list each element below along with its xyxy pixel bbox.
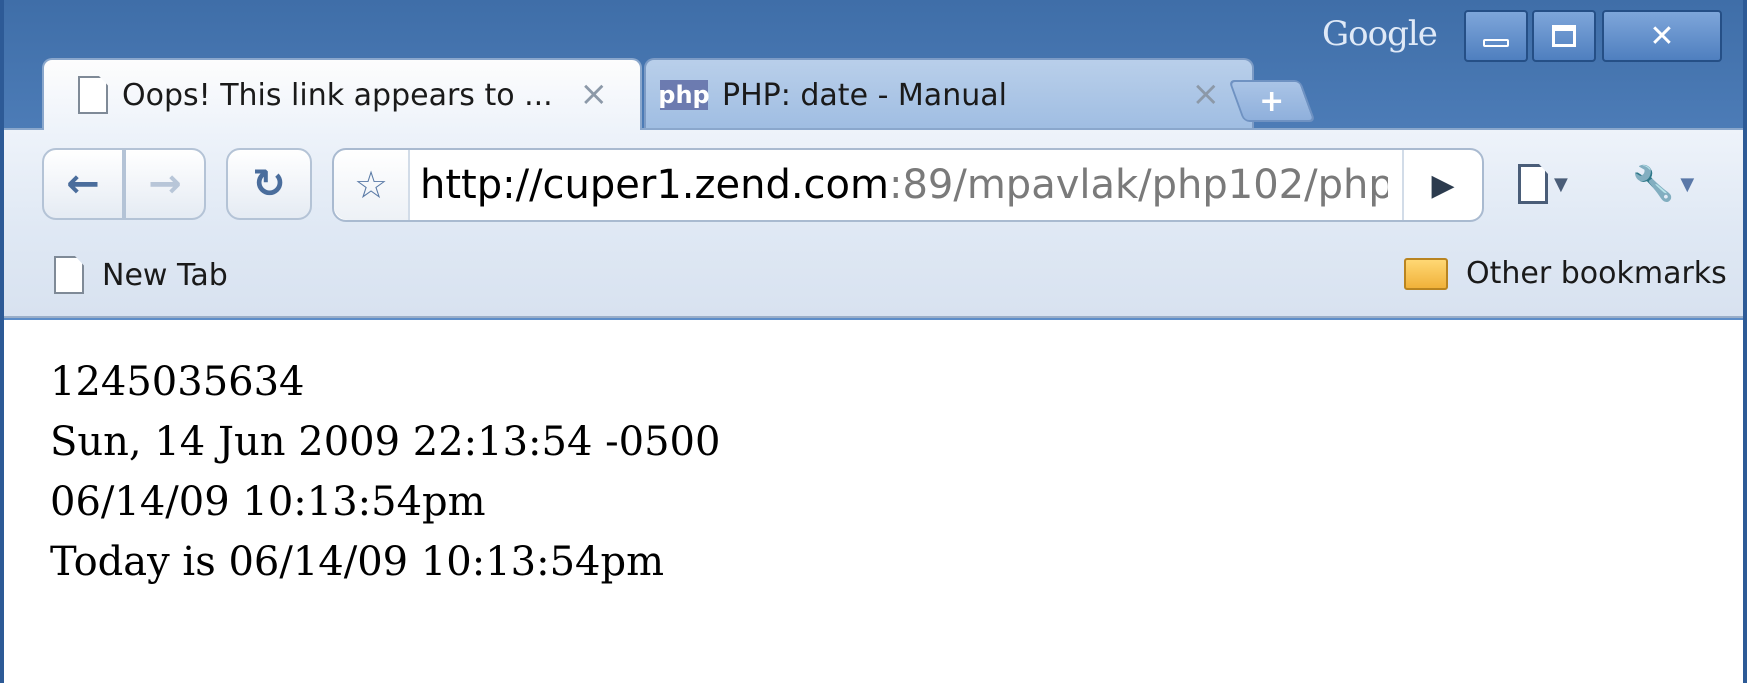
minimize-button[interactable]	[1464, 10, 1528, 62]
page-icon	[78, 76, 108, 114]
chevron-down-icon: ▼	[1680, 173, 1695, 195]
tab-title: Oops! This link appears to ...	[122, 77, 553, 113]
bookmark-label: New Tab	[102, 257, 228, 293]
reload-button[interactable]: ↻	[226, 148, 312, 220]
forward-button[interactable]: →	[124, 148, 206, 220]
forward-arrow-icon: →	[148, 161, 182, 207]
page-icon	[54, 256, 84, 294]
php-favicon-icon: php	[658, 80, 710, 110]
play-arrow-icon: ▶	[1431, 167, 1455, 203]
bookmarks-bar: New Tab Other bookmarks	[4, 232, 1743, 318]
bookmark-new-tab[interactable]: New Tab	[54, 256, 228, 294]
tab-close-icon[interactable]: ×	[580, 74, 609, 114]
window-brand: Google	[1322, 14, 1438, 54]
page-content: 1245035634 Sun, 14 Jun 2009 22:13:54 -05…	[4, 320, 1743, 683]
folder-icon	[1404, 257, 1448, 290]
tab-strip: Google ✕ Oops! This link appears to ... …	[4, 0, 1743, 130]
tools-menu-button[interactable]: 🔧 ▼	[1632, 156, 1694, 212]
tab-oops[interactable]: Oops! This link appears to ... ×	[42, 58, 642, 130]
wrench-icon: 🔧	[1632, 164, 1675, 204]
url-host: http://cuper1.zend.com	[420, 162, 889, 208]
maximize-icon	[1552, 25, 1576, 47]
tab-php-date[interactable]: php PHP: date - Manual ×	[644, 58, 1254, 130]
rfc-date-line: Sun, 14 Jun 2009 22:13:54 -0500	[50, 419, 721, 465]
browser-window: Google ✕ Oops! This link appears to ... …	[0, 0, 1747, 683]
today-line: Today is 06/14/09 10:13:54pm	[50, 539, 665, 585]
back-button[interactable]: ←	[42, 148, 124, 220]
address-bar[interactable]: ☆ http://cuper1.zend.com:89/mpavlak/php1…	[332, 148, 1484, 222]
page-menu-button[interactable]: ▼	[1518, 156, 1568, 212]
other-bookmarks-button[interactable]: Other bookmarks	[1404, 256, 1727, 291]
toolbar: ← → ↻ ☆ http://cuper1.zend.com:89/mpavla…	[4, 128, 1743, 232]
reload-icon: ↻	[252, 161, 286, 207]
bookmark-star-icon[interactable]: ☆	[334, 150, 410, 220]
go-button[interactable]: ▶	[1402, 150, 1482, 220]
close-window-button[interactable]: ✕	[1602, 10, 1722, 62]
other-bookmarks-label: Other bookmarks	[1466, 256, 1727, 291]
back-arrow-icon: ←	[66, 161, 100, 207]
tab-title: PHP: date - Manual	[722, 77, 1007, 113]
maximize-button[interactable]	[1532, 10, 1596, 62]
chevron-down-icon: ▼	[1554, 173, 1568, 195]
new-tab-button[interactable]: +	[1228, 80, 1316, 122]
page-menu-icon	[1518, 164, 1548, 204]
timestamp-line: 1245035634	[50, 359, 305, 405]
minimize-icon	[1483, 39, 1509, 47]
plus-icon: +	[1259, 83, 1285, 119]
url-text[interactable]: http://cuper1.zend.com:89/mpavlak/php102…	[410, 162, 1388, 208]
url-path: :89/mpavlak/php102/php1(	[888, 162, 1388, 208]
tab-close-icon[interactable]: ×	[1192, 74, 1221, 114]
short-date-line: 06/14/09 10:13:54pm	[50, 479, 486, 525]
close-icon: ✕	[1649, 18, 1675, 54]
